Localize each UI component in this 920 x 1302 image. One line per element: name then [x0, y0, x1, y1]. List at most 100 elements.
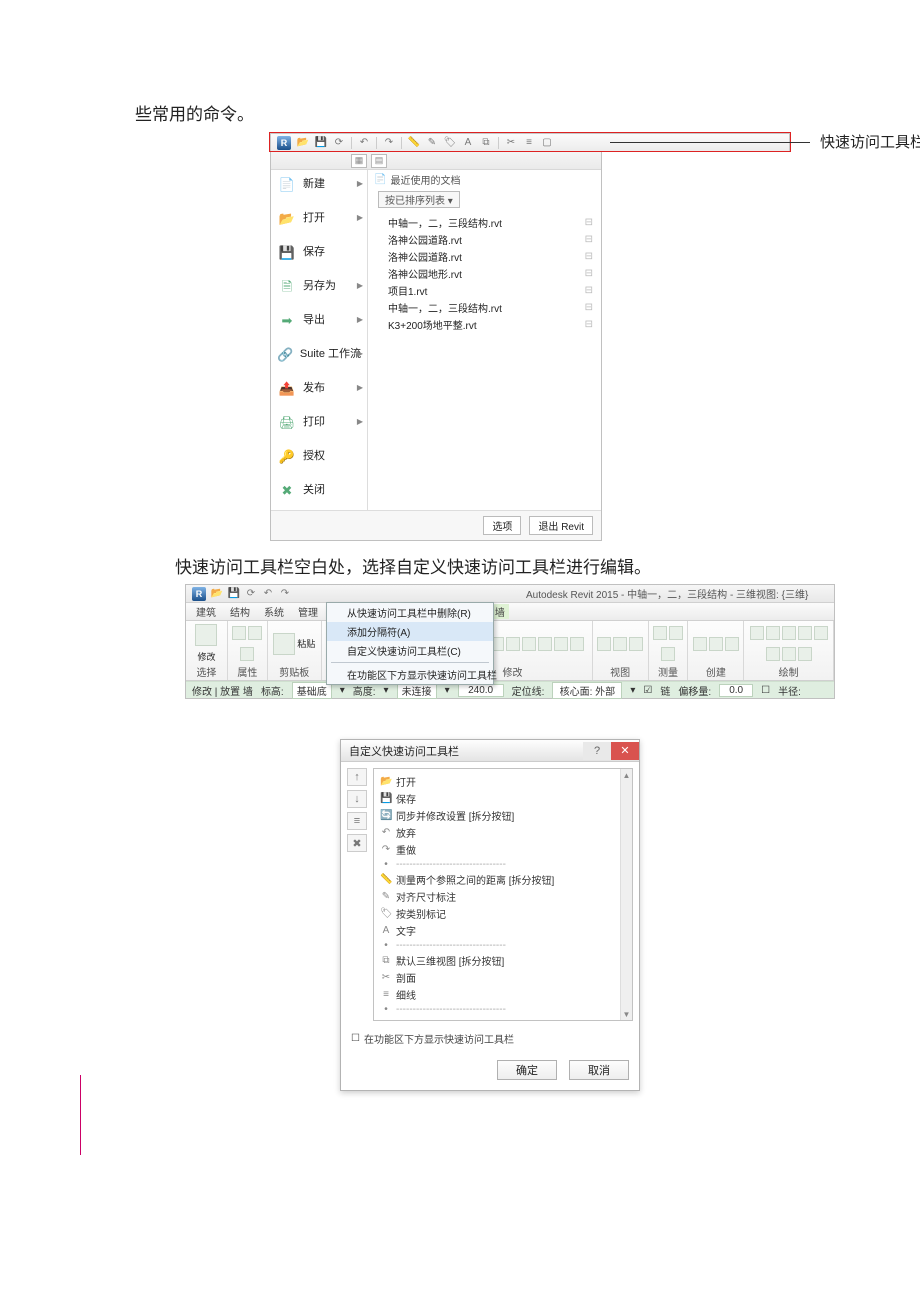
ribbon-tab[interactable]: 系统 [264, 604, 284, 619]
qat-list-item[interactable]: ↶放弃 [380, 824, 628, 841]
ribbon-tool-icon[interactable] [814, 626, 828, 640]
sync-icon[interactable]: ⟳ [333, 137, 345, 149]
open-icon[interactable]: 📂 [211, 588, 223, 600]
ribbon-tool-icon[interactable] [597, 637, 611, 651]
ribbon-tool-icon[interactable] [613, 637, 627, 651]
app-menu-item[interactable]: 🖨打印▶ [271, 411, 367, 433]
ribbon-tool-icon[interactable] [766, 626, 780, 640]
qat-items-listbox[interactable]: 📂打开💾保存🔄同步并修改设置 [拆分按钮]↶放弃↷重做•------------… [373, 768, 633, 1021]
ribbon-tab[interactable]: 管理 [298, 604, 318, 619]
help-button-icon[interactable]: ? [583, 742, 611, 760]
save-icon[interactable]: 💾 [228, 588, 240, 600]
recent-document-item[interactable]: 中轴一，二，三段结构.rvt⊟ [382, 299, 599, 316]
ribbon-tool-icon[interactable] [798, 626, 812, 640]
ribbon-tool-icon[interactable] [522, 637, 536, 651]
3d-view-icon[interactable]: ⧉ [480, 137, 492, 149]
exit-revit-button[interactable]: 退出 Revit [529, 516, 593, 535]
remove-button[interactable]: ✖ [347, 834, 367, 852]
ribbon-tool-icon[interactable] [629, 637, 643, 651]
pin-icon[interactable]: ⊟ [585, 319, 593, 330]
move-down-button[interactable]: ↓ [347, 790, 367, 808]
ribbon-tab[interactable]: 结构 [230, 604, 250, 619]
ribbon-tool-icon[interactable] [506, 637, 520, 651]
scroll-down-icon[interactable]: ▼ [621, 1008, 632, 1020]
app-menu-item[interactable]: 💾保存 [271, 241, 367, 263]
ribbon-tab[interactable]: 建筑 [196, 604, 216, 619]
qat-list-item[interactable]: ⧉默认三维视图 [拆分按钮] [380, 952, 628, 969]
undo-icon[interactable]: ↶ [262, 588, 274, 600]
paste-tool-icon[interactable] [273, 633, 295, 655]
qat-list-item[interactable]: 💾保存 [380, 790, 628, 807]
sync-icon[interactable]: ⟳ [245, 588, 257, 600]
qat-list-item[interactable]: 🔄同步并修改设置 [拆分按钮] [380, 807, 628, 824]
recent-document-item[interactable]: 项目1.rvt⊟ [382, 282, 599, 299]
qat-list-item[interactable]: A文字 [380, 922, 628, 939]
pin-icon[interactable]: ⊟ [585, 217, 593, 228]
ok-button[interactable]: 确定 [497, 1060, 557, 1080]
recent-tab-button[interactable]: ▦ [351, 154, 367, 168]
app-menu-item[interactable]: 📤发布▶ [271, 377, 367, 399]
list-separator[interactable]: •--------------------------------- [380, 939, 628, 952]
revit-app-button-icon[interactable]: R [192, 587, 206, 601]
ctx-add-separator[interactable]: 添加分隔符(A) [327, 622, 493, 641]
scrollbar[interactable]: ▲ ▼ [620, 769, 632, 1020]
ribbon-tool-icon[interactable] [248, 626, 262, 640]
revit-app-button-icon[interactable]: R [277, 136, 291, 150]
list-separator[interactable]: •--------------------------------- [380, 1003, 628, 1016]
pin-icon[interactable]: ⊟ [585, 234, 593, 245]
ribbon-tool-icon[interactable] [693, 637, 707, 651]
ribbon-tool-icon[interactable] [661, 647, 675, 661]
tag-icon[interactable]: 🏷 [444, 137, 456, 149]
radius-checkbox[interactable]: ☐ [761, 685, 770, 696]
close-button-icon[interactable]: ✕ [611, 742, 639, 760]
ribbon-tool-icon[interactable] [782, 647, 796, 661]
recent-document-item[interactable]: K3+200场地平整.rvt⊟ [382, 316, 599, 333]
ribbon-tool-icon[interactable] [798, 647, 812, 661]
qat-list-item[interactable]: 📂打开 [380, 773, 628, 790]
ribbon-tool-icon[interactable] [669, 626, 683, 640]
app-menu-item[interactable]: 🔑授权 [271, 445, 367, 467]
ribbon-tool-icon[interactable] [766, 647, 780, 661]
save-icon[interactable]: 💾 [315, 137, 327, 149]
recent-document-item[interactable]: 中轴一，二，三段结构.rvt⊟ [382, 214, 599, 231]
ctx-customize-qat[interactable]: 自定义快速访问工具栏(C) [327, 641, 493, 660]
undo-icon[interactable]: ↶ [358, 137, 370, 149]
section-icon[interactable]: ✂ [505, 137, 517, 149]
dimension-icon[interactable]: ✎ [426, 137, 438, 149]
qat-list-item[interactable]: 🏷按类别标记 [380, 905, 628, 922]
redo-icon[interactable]: ↷ [383, 137, 395, 149]
ribbon-tool-icon[interactable] [538, 637, 552, 651]
thinline-icon[interactable]: ≡ [523, 137, 535, 149]
pin-icon[interactable]: ⊟ [585, 285, 593, 296]
add-separator-button[interactable]: ≡ [347, 812, 367, 830]
sort-dropdown[interactable]: 按已排序列表 ▾ [378, 191, 460, 208]
app-menu-item[interactable]: 📂打开▶ [271, 207, 367, 229]
ribbon-tool-icon[interactable] [725, 637, 739, 651]
open-icon[interactable]: 📂 [297, 137, 309, 149]
modify-tool-icon[interactable] [195, 624, 217, 646]
move-up-button[interactable]: ↑ [347, 768, 367, 786]
cancel-button[interactable]: 取消 [569, 1060, 629, 1080]
open-docs-tab-button[interactable]: ▤ [371, 154, 387, 168]
location-line-dropdown[interactable]: 核心面: 外部 [552, 682, 622, 699]
ribbon-tool-icon[interactable] [240, 647, 254, 661]
height-value-input[interactable]: 240.0 [458, 684, 504, 697]
ctx-show-below[interactable]: 在功能区下方显示快速访问工具栏 [327, 665, 493, 684]
text-icon[interactable]: A [462, 137, 474, 149]
recent-document-item[interactable]: 洛神公园道路.rvt⊟ [382, 248, 599, 265]
qat-list-item[interactable]: ✎对齐尺寸标注 [380, 888, 628, 905]
scroll-up-icon[interactable]: ▲ [621, 769, 632, 781]
scroll-track[interactable] [621, 781, 632, 1008]
app-menu-item[interactable]: 🔗Suite 工作流▶ [271, 343, 367, 365]
qat-list-item[interactable]: ✂剖面 [380, 969, 628, 986]
app-menu-item[interactable]: ✖关闭 [271, 479, 367, 501]
options-button[interactable]: 选项 [483, 516, 521, 535]
list-separator[interactable]: •--------------------------------- [380, 858, 628, 871]
ribbon-tool-icon[interactable] [709, 637, 723, 651]
recent-document-item[interactable]: 洛神公园地形.rvt⊟ [382, 265, 599, 282]
measure-icon[interactable]: 📏 [408, 137, 420, 149]
show-below-checkbox[interactable]: ☐ [351, 1033, 360, 1044]
pin-icon[interactable]: ⊟ [585, 302, 593, 313]
app-menu-item[interactable]: ➡导出▶ [271, 309, 367, 331]
ctx-remove-from-qat[interactable]: 从快速访问工具栏中删除(R) [327, 603, 493, 622]
